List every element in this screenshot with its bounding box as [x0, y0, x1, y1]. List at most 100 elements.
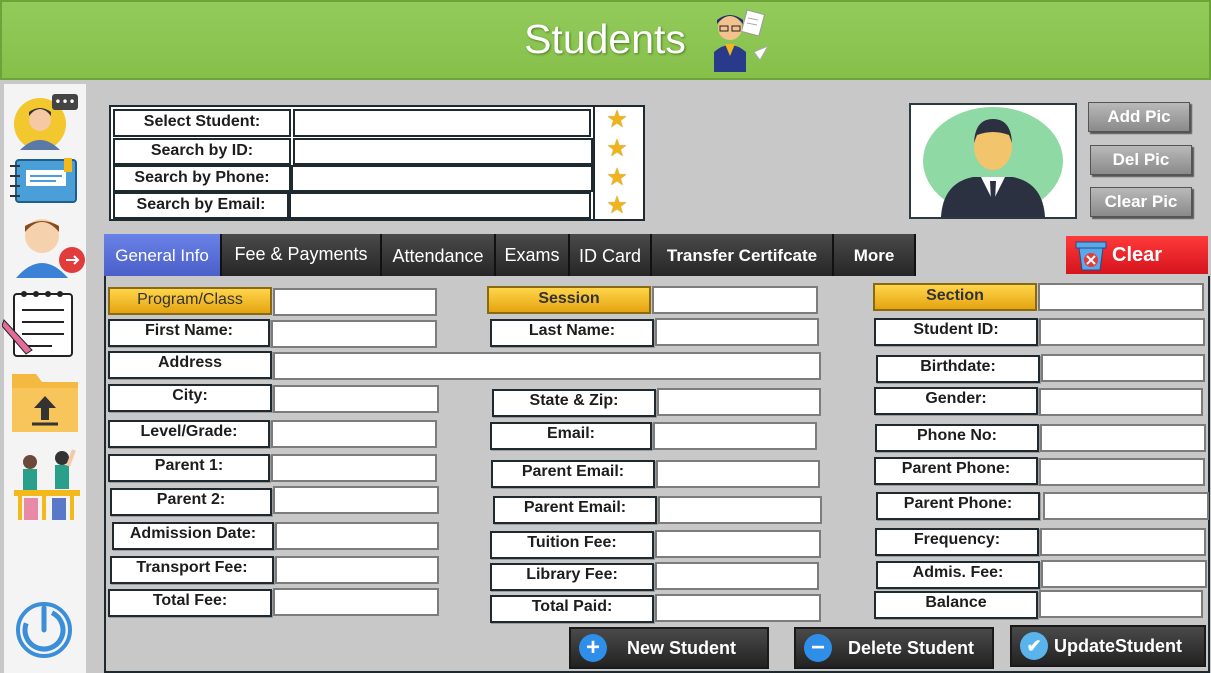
new-student-label: New Student	[627, 638, 737, 658]
student-mascot-icon	[714, 9, 770, 72]
classroom-icon[interactable]	[12, 444, 82, 522]
tab-general-info[interactable]: General Info	[104, 234, 222, 276]
del-pic-button[interactable]: Del Pic	[1090, 145, 1192, 175]
library-fee-input[interactable]	[655, 562, 819, 590]
session-input[interactable]	[652, 286, 818, 314]
state-zip-input[interactable]	[657, 388, 821, 416]
total-fee-label: Total Fee:	[108, 589, 272, 617]
search-star-icon[interactable]: ★	[597, 107, 637, 135]
new-student-button[interactable]: + New Student	[569, 627, 769, 669]
student-id-label: Student ID:	[874, 318, 1038, 346]
user-logout-icon[interactable]	[12, 212, 88, 278]
gender-label: Gender:	[874, 387, 1038, 415]
address-input[interactable]	[273, 352, 821, 380]
phone-no-input[interactable]	[1040, 424, 1206, 452]
search-by-id-label: Search by ID:	[113, 138, 291, 165]
tab-exams[interactable]: Exams	[496, 234, 570, 276]
total-fee-input[interactable]	[273, 588, 439, 616]
student-id-input[interactable]	[1039, 318, 1205, 346]
tab-more[interactable]: More	[834, 234, 916, 276]
trash-icon	[1075, 241, 1107, 271]
select-student-label: Select Student:	[113, 109, 291, 137]
student-avatar	[923, 107, 1063, 217]
svg-text:•••: •••	[54, 95, 75, 109]
tab-attendance[interactable]: Attendance	[382, 234, 496, 276]
search-by-id-input[interactable]	[293, 138, 593, 165]
section-input[interactable]	[1038, 283, 1204, 311]
level-grade-input[interactable]	[271, 420, 437, 448]
search-by-phone-input[interactable]	[291, 165, 593, 192]
plus-icon: +	[579, 634, 607, 662]
admission-date-input[interactable]	[275, 522, 439, 550]
frequency-label: Frequency:	[875, 528, 1039, 556]
email-label: Email:	[490, 422, 652, 450]
support-agent-icon[interactable]: •••	[10, 92, 80, 152]
search-star-icon[interactable]: ★	[597, 193, 637, 221]
parent-phone-1-label: Parent Phone:	[874, 457, 1038, 485]
search-panel: Select Student: Search by ID: Search by …	[109, 105, 645, 221]
section-label: Section	[873, 283, 1037, 311]
program-class-label: Program/Class	[108, 287, 272, 315]
admis-fee-input[interactable]	[1041, 560, 1207, 588]
total-paid-label: Total Paid:	[490, 595, 654, 623]
power-icon[interactable]	[14, 598, 76, 660]
tab-fee-payments[interactable]: Fee & Payments	[222, 234, 382, 276]
birthdate-input[interactable]	[1041, 354, 1205, 382]
clear-pic-button[interactable]: Clear Pic	[1090, 187, 1192, 217]
select-student-input[interactable]	[293, 109, 591, 137]
parent-email-1-label: Parent Email:	[491, 460, 655, 488]
parent-email-2-input[interactable]	[658, 496, 822, 524]
first-name-input[interactable]	[271, 320, 437, 348]
add-pic-button[interactable]: Add Pic	[1088, 102, 1190, 132]
session-label: Session	[487, 286, 651, 314]
delete-student-button[interactable]: − Delete Student	[794, 627, 994, 669]
admission-date-label: Admission Date:	[112, 522, 274, 550]
clear-button[interactable]: Clear	[1066, 236, 1208, 274]
clear-button-label: Clear	[1112, 244, 1163, 266]
notepad-icon[interactable]	[2, 288, 82, 360]
search-by-email-input[interactable]	[289, 192, 591, 219]
birthdate-label: Birthdate:	[876, 355, 1040, 383]
address-label: Address	[108, 351, 272, 379]
tab-transfer-certificate[interactable]: Transfer Certifcate	[652, 234, 834, 276]
frequency-input[interactable]	[1040, 528, 1206, 556]
tuition-fee-input[interactable]	[655, 530, 821, 558]
delete-student-label: Delete Student	[848, 638, 975, 658]
city-input[interactable]	[273, 385, 439, 413]
admis-fee-label: Admis. Fee:	[876, 561, 1040, 589]
parent-phone-2-label: Parent Phone:	[876, 492, 1040, 520]
balance-input[interactable]	[1039, 590, 1203, 618]
upload-folder-icon[interactable]	[10, 366, 80, 436]
search-divider	[593, 107, 595, 219]
first-name-label: First Name:	[108, 319, 270, 347]
sidebar: •••	[2, 84, 88, 673]
state-zip-label: State & Zip:	[492, 389, 656, 417]
search-by-email-label: Search by Email:	[113, 192, 289, 219]
parent-1-label: Parent 1:	[108, 454, 270, 482]
parent-1-input[interactable]	[271, 454, 437, 482]
transport-fee-input[interactable]	[275, 556, 439, 584]
update-student-button[interactable]: ✔ UpdateStudent	[1010, 625, 1206, 667]
gender-input[interactable]	[1039, 388, 1203, 416]
notebook-icon[interactable]	[8, 156, 82, 206]
parent-2-label: Parent 2:	[110, 488, 272, 516]
library-fee-label: Library Fee:	[490, 563, 654, 591]
tab-id-card[interactable]: ID Card	[570, 234, 652, 276]
last-name-input[interactable]	[655, 318, 819, 346]
parent-email-2-label: Parent Email:	[493, 496, 657, 524]
program-class-input[interactable]	[273, 288, 437, 316]
parent-email-1-input[interactable]	[656, 460, 820, 488]
update-student-label: UpdateStudent	[1054, 636, 1182, 656]
total-paid-input[interactable]	[655, 594, 821, 622]
parent-phone-1-input[interactable]	[1039, 458, 1205, 486]
email-input[interactable]	[653, 422, 817, 450]
city-label: City:	[108, 384, 272, 412]
search-star-icon[interactable]: ★	[597, 136, 637, 164]
parent-2-input[interactable]	[273, 486, 439, 514]
student-photo-frame	[909, 103, 1077, 219]
parent-phone-2-input[interactable]	[1043, 492, 1209, 520]
search-star-icon[interactable]: ★	[597, 165, 637, 193]
search-by-phone-label: Search by Phone:	[113, 165, 291, 192]
minus-icon: −	[804, 634, 832, 662]
last-name-label: Last Name:	[490, 319, 654, 347]
